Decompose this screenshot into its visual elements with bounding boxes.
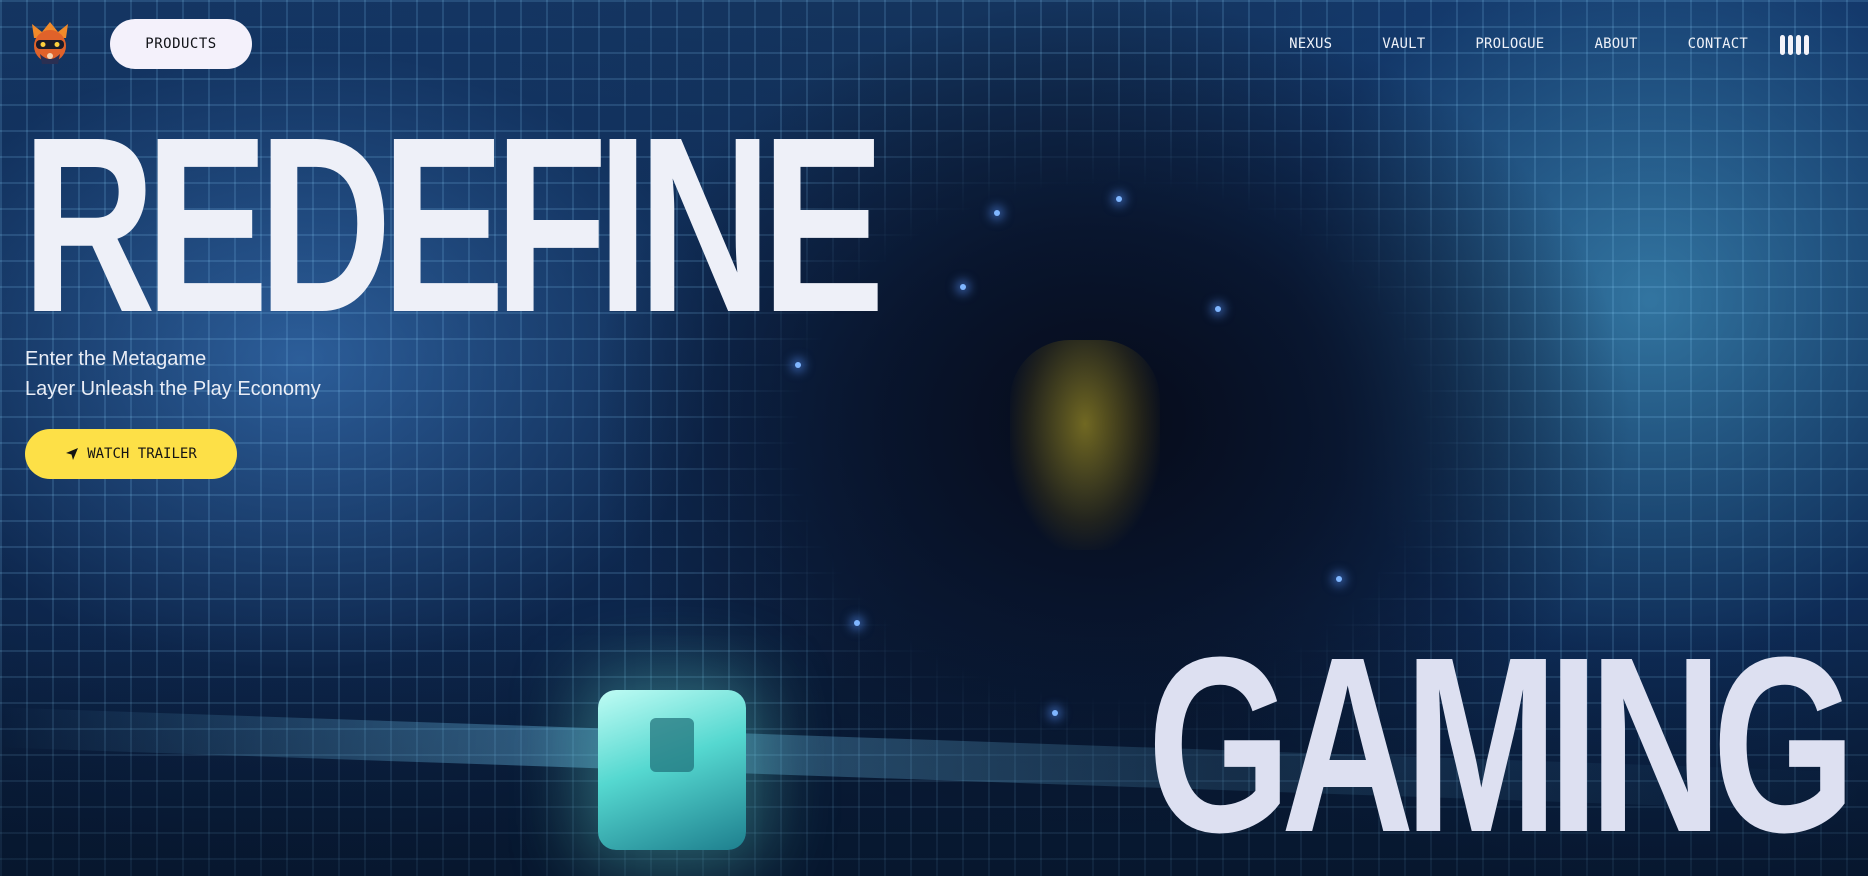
glowing-cube-face bbox=[650, 718, 694, 772]
light-particle bbox=[994, 210, 1000, 216]
subtitle-line-1: Enter the Metagame bbox=[25, 348, 207, 370]
light-particle bbox=[1336, 576, 1342, 582]
gamer-character bbox=[1010, 340, 1160, 550]
nav-link-vault[interactable]: VAULT bbox=[1382, 36, 1425, 52]
subtitle-line-2: Layer Unleash the Play Economy bbox=[25, 378, 321, 400]
main-nav: NEXUS VAULT PROLOGUE ABOUT CONTACT bbox=[1289, 36, 1748, 52]
hero-section: PRODUCTS NEXUS VAULT PROLOGUE ABOUT CONT… bbox=[0, 0, 1868, 876]
location-arrow-icon bbox=[66, 448, 79, 460]
audio-bar bbox=[1796, 35, 1801, 55]
audio-bar bbox=[1804, 35, 1809, 55]
light-particle bbox=[1116, 196, 1122, 202]
audio-bar bbox=[1780, 35, 1785, 55]
headline-redefine: REDEFINE bbox=[22, 85, 885, 364]
light-particle bbox=[1215, 306, 1221, 312]
mascot-logo-icon bbox=[32, 22, 68, 64]
hero-subtitle: Enter the Metagame Layer Unleash the Pla… bbox=[25, 344, 321, 404]
nav-link-about[interactable]: ABOUT bbox=[1594, 36, 1637, 52]
products-button[interactable]: PRODUCTS bbox=[110, 19, 252, 69]
nav-link-nexus[interactable]: NEXUS bbox=[1289, 36, 1332, 52]
light-particle bbox=[960, 284, 966, 290]
watch-trailer-button[interactable]: WATCH TRAILER bbox=[25, 429, 237, 479]
light-particle bbox=[854, 620, 860, 626]
glowing-cube bbox=[598, 690, 746, 850]
nav-link-contact[interactable]: CONTACT bbox=[1688, 36, 1748, 52]
nav-link-prologue[interactable]: PROLOGUE bbox=[1475, 36, 1544, 52]
audio-toggle-button[interactable] bbox=[1780, 33, 1810, 55]
headline-gaming: GAMING bbox=[1147, 605, 1857, 876]
watch-trailer-label: WATCH TRAILER bbox=[87, 446, 197, 462]
audio-bar bbox=[1788, 35, 1793, 55]
light-particle bbox=[1052, 710, 1058, 716]
gamer-mascot-logo[interactable] bbox=[28, 20, 72, 68]
